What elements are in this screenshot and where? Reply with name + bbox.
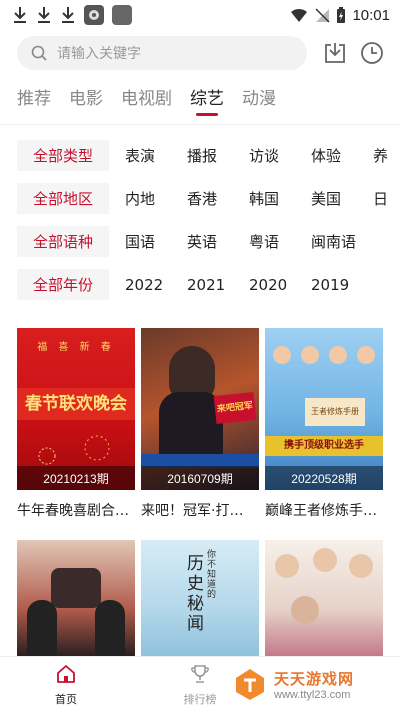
filter-option[interactable]: 韩国 [249,188,311,209]
trophy-icon [191,665,209,683]
filter-label-year[interactable]: 全部年份 [17,269,109,300]
search-row: 请输入关键字 [0,36,400,72]
poster-image: 福 喜 新 春 春节联欢晚会 20210213期 [17,328,135,490]
filter-option[interactable]: 粤语 [249,231,311,252]
filter-row-language: 全部语种 国语 英语 粤语 闽南语 [0,226,400,257]
filter-label-language[interactable]: 全部语种 [17,226,109,257]
filter-option[interactable]: 2019 [311,276,373,294]
poster-logo-text: 来吧冠军 [213,391,257,425]
search-input[interactable]: 请输入关键字 [17,36,307,70]
search-icon [31,45,47,61]
poster-top-text: 福 喜 新 春 [37,342,115,353]
filter-option[interactable]: 国语 [125,231,187,252]
filter-option[interactable]: 闽南语 [311,231,373,252]
nav-item-home[interactable]: 首页 [36,663,96,707]
poster-title-text: 历史秘闻 [187,554,204,634]
person-face [313,548,337,572]
filter-option[interactable]: 表演 [125,145,187,166]
person-face [291,596,319,624]
filter-option[interactable]: 内地 [125,188,187,209]
content-card[interactable]: 来吧冠军 20160709期 来吧！冠军·打… [141,328,259,520]
card-title: 来吧！冠军·打… [141,503,244,519]
content-card[interactable] [265,540,383,656]
filter-option[interactable]: 2021 [187,276,249,294]
filter-row-type: 全部类型 表演 播报 访谈 体验 养 [0,140,400,171]
content-card[interactable]: 王者修炼手册 携手顶级职业选手 20220528期 巅峰王者修炼手… [265,328,383,520]
filter-option[interactable]: 养 [373,145,400,166]
download-notification-icon [38,7,50,23]
site-watermark: 天天游戏网 www.ttyl23.com [232,664,392,704]
signal-off-icon [315,8,330,23]
filter-option[interactable]: 访谈 [249,145,311,166]
download-icon[interactable] [322,40,348,66]
poster-logo-shape [51,568,101,608]
filter-option[interactable]: 2020 [249,276,311,294]
filter-option[interactable]: 香港 [187,188,249,209]
clock-time: 10:01 [352,6,390,24]
episode-badge: 20210213期 [17,466,135,490]
poster-image: 来吧冠军 20160709期 [141,328,259,490]
wifi-icon [291,8,308,22]
filter-label-type[interactable]: 全部类型 [17,140,109,171]
tab-recommend[interactable]: 推荐 [17,86,51,120]
tabs-divider [0,124,400,125]
card-title: 巅峰王者修炼手… [265,503,377,519]
tab-anime[interactable]: 动漫 [242,86,276,120]
poster-subtitle-text: 王者修炼手册 [305,398,365,426]
filter-label-region[interactable]: 全部地区 [17,183,109,214]
watermark-logo-icon [236,669,264,700]
app-notification-icon [84,5,104,25]
content-card[interactable] [17,540,135,656]
tab-tv-series[interactable]: 电视剧 [121,86,172,120]
poster-image [265,540,383,656]
poster-title-text: 春节联欢晚会 [17,388,135,420]
filter-row-region: 全部地区 内地 香港 韩国 美国 日 [0,183,400,214]
poster-image [17,540,135,656]
people-group [273,346,375,386]
filter-row-year: 全部年份 2022 2021 2020 2019 [0,269,400,300]
episode-badge: 20220528期 [265,466,383,490]
filter-option[interactable]: 英语 [187,231,249,252]
person-silhouette [27,600,57,656]
content-card[interactable]: 你不知道的 历史秘闻 [141,540,259,656]
filter-option[interactable]: 美国 [311,188,373,209]
poster-image: 你不知道的 历史秘闻 [141,540,259,656]
filter-option[interactable]: 2022 [125,276,187,294]
status-notifications [12,5,132,25]
download-notification-icon [62,7,74,23]
content-card[interactable]: 福 喜 新 春 春节联欢晚会 20210213期 牛年春晚喜剧合… [17,328,135,520]
filter-option[interactable]: 日 [373,188,400,209]
card-title: 牛年春晚喜剧合… [17,503,129,519]
watermark-url: www.ttyl23.com [274,688,351,701]
tab-movies[interactable]: 电影 [69,86,103,120]
poster-subtitle-text: 你不知道的 [207,550,217,600]
battery-charging-icon [337,6,346,23]
filter-option[interactable]: 体验 [311,145,373,166]
home-icon [57,665,75,683]
history-icon[interactable] [359,40,385,66]
person-silhouette [95,600,125,656]
download-notification-icon [14,7,26,23]
filter-option[interactable]: 播报 [187,145,249,166]
person-face [349,554,373,578]
status-system: 10:01 [290,6,390,24]
tab-variety[interactable]: 综艺 [190,86,224,120]
search-placeholder: 请输入关键字 [57,46,141,62]
watermark-title: 天天游戏网 [274,669,355,688]
person-face [275,554,299,578]
app-notification-icon [112,5,132,25]
nav-item-ranking[interactable]: 排行榜 [170,663,230,707]
status-bar: 10:01 [0,0,400,30]
poster-image: 王者修炼手册 携手顶级职业选手 20220528期 [265,328,383,490]
nav-label-ranking: 排行榜 [183,693,217,706]
nav-label-home: 首页 [55,693,77,706]
poster-title-text: 携手顶级职业选手 [265,436,383,456]
category-tabs: 推荐 电影 电视剧 综艺 动漫 [0,86,400,122]
episode-badge: 20160709期 [141,466,259,490]
filter-panel: 全部类型 表演 播报 访谈 体验 养 全部地区 内地 香港 韩国 美国 日 全部… [0,140,400,312]
